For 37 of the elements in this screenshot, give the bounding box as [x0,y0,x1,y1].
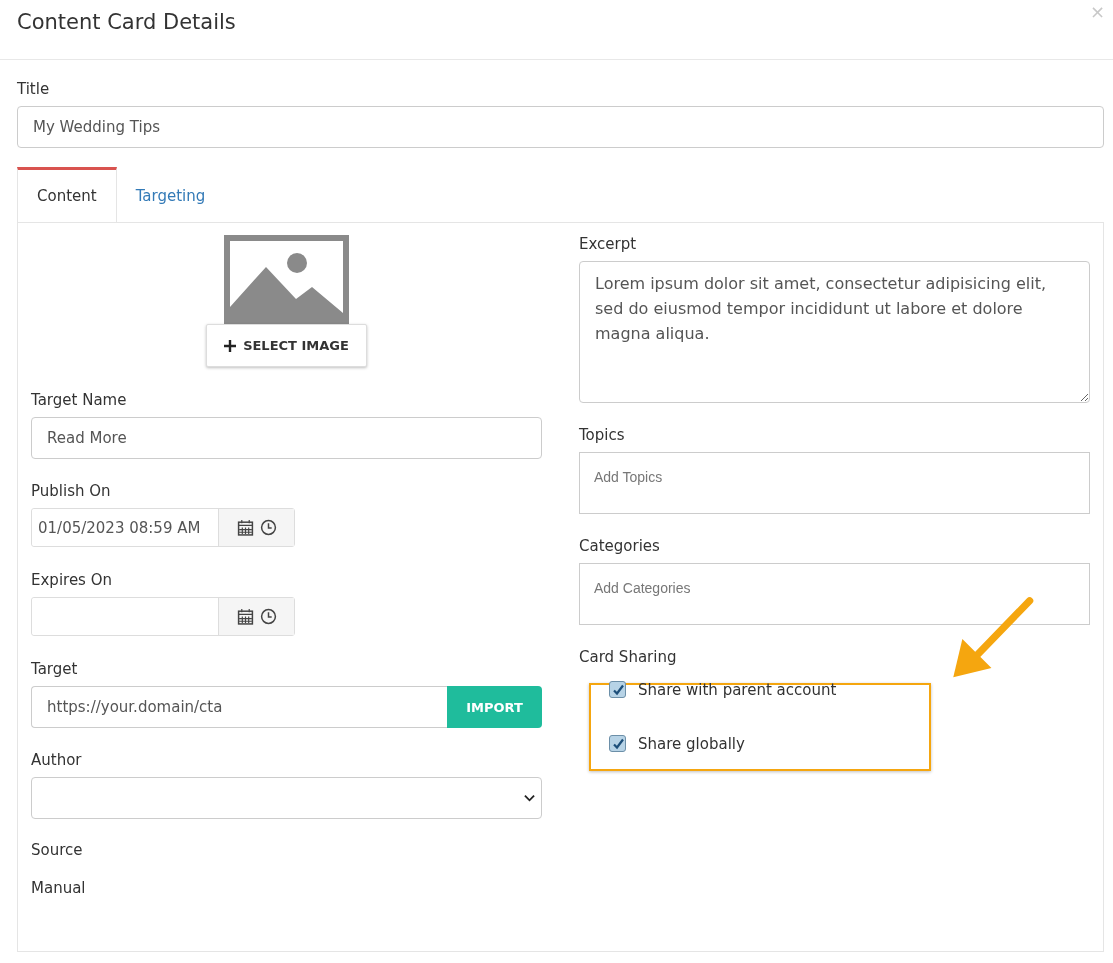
topics-input[interactable]: Add Topics [579,452,1090,514]
dialog-title: Content Card Details [17,10,236,34]
source-value: Manual [31,879,87,897]
field-label: Topics [579,426,626,444]
field-label: Author [31,751,83,769]
field-label: Expires On [31,571,113,589]
categories-input[interactable]: Add Categories [579,563,1090,625]
field-label: Source [31,841,84,859]
image-placeholder-icon [224,235,349,325]
field-label: Excerpt [579,235,638,253]
target-url-input[interactable]: https://your.domain/cta [31,686,447,728]
excerpt-textarea[interactable]: Lorem ipsum dolor sit amet, consectetur adipisicing elit, sed do eiusmod tempor incididunt ut labore et dolore magna aliqua. [579,261,1090,403]
plus-icon [224,339,237,352]
field-label: Target Name [31,391,128,409]
clock-icon [259,608,277,625]
date-time-field[interactable]: 01/05/2023 08:59 AM [31,508,295,547]
date-time-field[interactable] [31,597,295,636]
field-label: Title [17,80,51,98]
field-label: Card Sharing [579,648,678,666]
date-picker-addon[interactable] [218,598,294,635]
checkbox-label: Share globally [638,734,745,753]
select-image-button[interactable]: SELECT IMAGE [206,324,367,367]
field-label: Categories [579,537,661,555]
clock-icon [259,519,277,536]
checkbox[interactable] [609,735,626,752]
checkbox-label: Share with parent account [638,680,837,699]
tab[interactable]: Content [17,167,117,222]
chevron-down-icon [524,794,535,802]
tab[interactable]: Targeting [116,167,225,222]
calendar-icon [236,608,254,625]
calendar-icon [236,519,254,536]
checkbox[interactable] [609,681,626,698]
target-name-input[interactable]: Read More [31,417,542,459]
date-picker-addon[interactable] [218,509,294,546]
field-label: Publish On [31,482,112,500]
title-input[interactable]: My Wedding Tips [17,106,1104,148]
field-label: Target [31,660,79,678]
